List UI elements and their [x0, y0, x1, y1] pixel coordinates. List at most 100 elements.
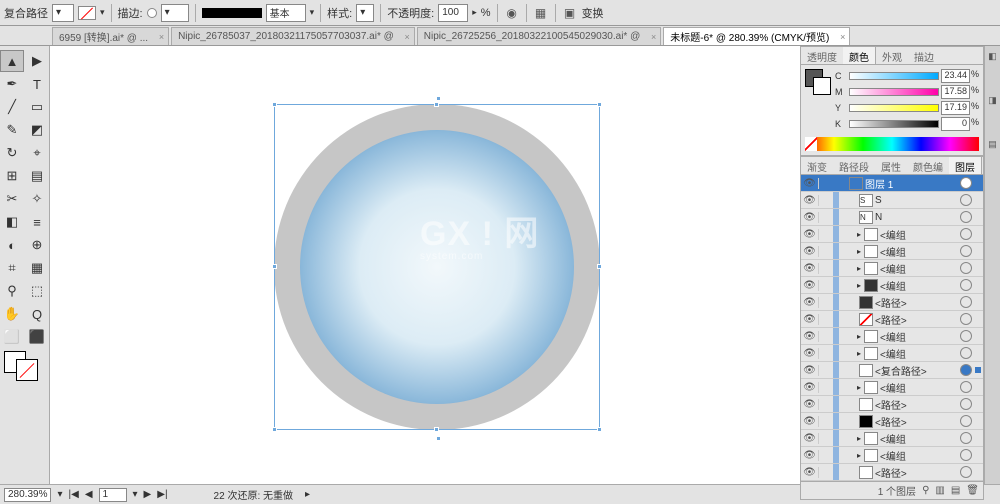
tool-button[interactable]: ╱	[0, 96, 24, 118]
visibility-icon[interactable]: 👁	[801, 178, 819, 189]
layer-row[interactable]: 👁▸<编组	[801, 243, 983, 260]
tool-button[interactable]: ✧	[25, 188, 49, 210]
opacity-field[interactable]: 100	[438, 4, 468, 22]
visibility-icon[interactable]: 👁	[801, 263, 819, 274]
layer-name[interactable]: <路径>	[875, 312, 960, 327]
layer-row[interactable]: 👁 ▸ <编组	[801, 345, 983, 362]
layer-name[interactable]: <编组	[880, 380, 960, 395]
target-icon[interactable]	[960, 466, 972, 478]
tool-button[interactable]: ▤	[25, 165, 49, 187]
target-icon[interactable]	[960, 228, 972, 240]
status-more-icon[interactable]: ▸	[305, 489, 310, 500]
target-icon[interactable]	[960, 398, 972, 410]
tool-button[interactable]: ⌖	[25, 142, 49, 164]
target-icon[interactable]	[960, 415, 972, 427]
layer-row[interactable]: 👁<路径>	[801, 294, 983, 311]
target-icon[interactable]	[960, 364, 972, 376]
layer-name[interactable]: 图层 1	[865, 176, 960, 191]
channel-value[interactable]: 17.58	[941, 85, 970, 99]
panel-strip-item[interactable]: ◨	[987, 96, 999, 136]
layer-row[interactable]: 👁SS	[801, 192, 983, 209]
close-icon[interactable]: ×	[651, 32, 656, 42]
target-icon[interactable]	[960, 347, 972, 359]
document-tab[interactable]: Nipic_26785037_20180321175057703037.ai* …	[171, 27, 415, 45]
visibility-icon[interactable]: 👁	[801, 195, 819, 206]
recolor-icon[interactable]: ◉	[504, 5, 520, 21]
stroke-weight-field[interactable]: ▾	[161, 4, 189, 22]
tool-button[interactable]: ▶	[25, 50, 49, 72]
layer-row[interactable]: 👁▸<编组	[801, 328, 983, 345]
panel-tab[interactable]: 渐变	[801, 157, 833, 174]
layer-name[interactable]: <编组	[880, 329, 960, 344]
visibility-icon[interactable]: 👁	[801, 467, 819, 478]
disclosure-icon[interactable]: ▸	[857, 383, 861, 392]
panel-tab[interactable]: 透明度	[801, 47, 843, 64]
layer-name[interactable]: N	[875, 212, 960, 223]
layer-name[interactable]: <编组	[880, 346, 960, 361]
panel-tab[interactable]: 描边	[908, 47, 940, 64]
tool-button[interactable]: Q	[25, 303, 49, 325]
panel-tab[interactable]: 颜色编	[907, 157, 949, 174]
zoom-field[interactable]: 280.39%	[4, 488, 51, 502]
artboard-next2-icon[interactable]: ▶|	[157, 489, 167, 500]
layer-name[interactable]: <编组	[880, 227, 960, 242]
disclosure-icon[interactable]: ▸	[857, 434, 861, 443]
tool-button[interactable]: ⬚	[25, 280, 49, 302]
layer-name[interactable]: S	[875, 195, 960, 206]
layer-name[interactable]: <编组	[880, 261, 960, 276]
tool-button[interactable]: ⊞	[0, 165, 24, 187]
tool-button[interactable]: ▭	[25, 96, 49, 118]
layer-row[interactable]: 👁 ▸ <编组	[801, 447, 983, 464]
visibility-icon[interactable]: 👁	[801, 416, 819, 427]
artboard-prev-icon[interactable]: |◀	[69, 489, 79, 500]
layer-row[interactable]: 👁<路径>	[801, 464, 983, 481]
layer-row[interactable]: 👁<复合路径>	[801, 362, 983, 379]
new-sublayer-icon[interactable]: ▥	[935, 485, 944, 496]
channel-value[interactable]: 23.44	[941, 69, 970, 83]
visibility-icon[interactable]: 👁	[801, 297, 819, 308]
disclosure-icon[interactable]: ▸	[857, 247, 861, 256]
channel-slider[interactable]	[849, 104, 939, 112]
layer-row[interactable]: 👁 <路径>	[801, 413, 983, 430]
panel-tab[interactable]: 路径段	[833, 157, 875, 174]
layer-name[interactable]: <编组	[880, 244, 960, 259]
tool-button[interactable]: T	[25, 73, 49, 95]
target-icon[interactable]	[960, 449, 972, 461]
layer-name[interactable]: <编组	[880, 448, 960, 463]
target-icon[interactable]	[960, 381, 972, 393]
disclosure-icon[interactable]: ▸	[857, 230, 861, 239]
panel-strip-item[interactable]: ◧	[987, 52, 999, 92]
visibility-icon[interactable]: 👁	[801, 212, 819, 223]
canvas[interactable]: GX ! 网system.com	[50, 46, 800, 484]
visibility-icon[interactable]: 👁	[801, 399, 819, 410]
visibility-icon[interactable]: 👁	[801, 433, 819, 444]
layer-row[interactable]: 👁▸<编组	[801, 277, 983, 294]
disclosure-icon[interactable]: ▸	[857, 264, 861, 273]
artboard-next-icon[interactable]: ▶	[144, 489, 152, 500]
tool-button[interactable]: ◩	[25, 119, 49, 141]
style-drop[interactable]: ▾	[356, 4, 374, 22]
tool-button[interactable]: ⬜	[0, 326, 24, 348]
visibility-icon[interactable]: 👁	[801, 382, 819, 393]
target-icon[interactable]	[960, 279, 972, 291]
panel-tab[interactable]: 属性	[875, 157, 907, 174]
visibility-icon[interactable]: 👁	[801, 348, 819, 359]
layer-name[interactable]: <路径>	[875, 397, 960, 412]
disclosure-icon[interactable]: ▸	[857, 451, 861, 460]
layer-name[interactable]: <路径>	[875, 414, 960, 429]
disclosure-icon[interactable]: ▸	[857, 349, 861, 358]
tool-button[interactable]: ✂	[0, 188, 24, 210]
tool-button[interactable]: ◐	[0, 234, 24, 256]
visibility-icon[interactable]: 👁	[801, 280, 819, 291]
stroke-preview[interactable]	[202, 8, 262, 18]
target-icon[interactable]	[960, 194, 972, 206]
spectrum-ramp[interactable]	[805, 137, 979, 151]
layer-row[interactable]: 👁 图层 1	[801, 175, 983, 192]
tool-button[interactable]: ⬛	[25, 326, 49, 348]
opacity-label[interactable]: 不透明度:	[387, 5, 434, 21]
close-icon[interactable]: ×	[159, 32, 164, 42]
visibility-icon[interactable]: 👁	[801, 314, 819, 325]
visibility-icon[interactable]: 👁	[801, 229, 819, 240]
align-icon[interactable]: ▦	[533, 5, 549, 21]
visibility-icon[interactable]: 👁	[801, 450, 819, 461]
